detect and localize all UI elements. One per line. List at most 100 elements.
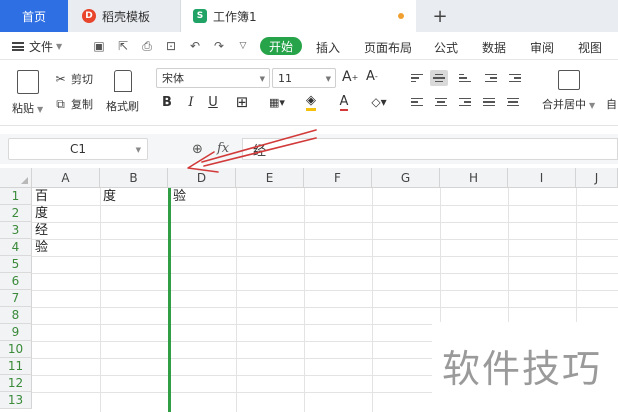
undo-icon[interactable]: ↶ (188, 39, 202, 53)
fill-color-icon[interactable]: ◈ (298, 93, 324, 111)
decrease-font-icon[interactable]: A- (366, 69, 378, 84)
align-top-icon[interactable] (408, 70, 426, 86)
row-header[interactable]: 9 (0, 324, 32, 341)
formula-bar: C1 ▼ ⊕ fx 经 (0, 134, 618, 164)
menu-data[interactable]: 数据 (482, 39, 506, 56)
cell-b1[interactable]: 度 (100, 188, 116, 205)
docer-icon: D (82, 9, 96, 23)
cell-a4[interactable]: 验 (32, 239, 48, 256)
column-header-g[interactable]: G (372, 168, 440, 188)
column-header-a[interactable]: A (32, 168, 100, 188)
align-left-icon[interactable] (408, 94, 426, 110)
distributed-icon[interactable] (504, 94, 522, 110)
cell-a2[interactable]: 度 (32, 205, 48, 222)
justify-icon[interactable] (480, 94, 498, 110)
menu-start[interactable]: 开始 (260, 37, 302, 55)
column-header-i[interactable]: I (508, 168, 576, 188)
brush-icon (113, 70, 132, 92)
formula-value: 经 (253, 143, 267, 159)
align-center-icon[interactable] (432, 94, 450, 110)
gridline (32, 239, 618, 240)
align-bottom-icon[interactable] (456, 70, 474, 86)
merge-center-label: 合并居中 ▼ (542, 98, 596, 111)
tab-docer-label: 稻壳模板 (102, 9, 151, 24)
paste-button[interactable]: 粘贴 ▼ (12, 70, 43, 116)
row-header[interactable]: 8 (0, 307, 32, 324)
cell-a3[interactable]: 经 (32, 222, 48, 239)
auto-wrap-button-partial[interactable]: 自 (606, 96, 617, 112)
row-header[interactable]: 12 (0, 375, 32, 392)
print-preview-icon[interactable]: ⊡ (164, 39, 178, 53)
select-all-corner[interactable] (0, 168, 32, 188)
new-tab-icon[interactable]: + (428, 4, 452, 28)
menu-page-layout[interactable]: 页面布局 (364, 39, 412, 56)
increase-font-icon[interactable]: A + (342, 69, 358, 85)
column-header-d[interactable]: D (168, 168, 236, 188)
row-header[interactable]: 10 (0, 341, 32, 358)
menu-view[interactable]: 视图 (578, 39, 602, 56)
menu-insert[interactable]: 插入 (316, 39, 340, 56)
indent-decrease-icon[interactable] (482, 70, 500, 86)
file-menu[interactable]: 文件 ▼ (12, 38, 62, 55)
gridline (32, 290, 618, 291)
cell-d1[interactable]: 验 (170, 188, 186, 205)
merge-center-button[interactable]: 合并居中 ▼ (542, 70, 595, 112)
row-header[interactable]: 2 (0, 205, 32, 222)
font-color-icon[interactable]: A (332, 94, 356, 111)
font-size-select[interactable]: 11 ▼ (272, 68, 336, 88)
redo-icon[interactable]: ↷ (212, 39, 226, 53)
name-box[interactable]: C1 ▼ (8, 138, 148, 160)
menu-bar: 文件 ▼ ▣ ⇱ ⎙ ⊡ ↶ ↷ ▽ 开始 插入 页面布局 公式 数据 审阅 视… (0, 32, 618, 60)
gridline (32, 307, 618, 308)
font-name-select[interactable]: 宋体 ▼ (156, 68, 270, 88)
menu-formula[interactable]: 公式 (434, 39, 458, 56)
border-icon[interactable]: ⊞ (230, 93, 254, 111)
row-header[interactable]: 1 (0, 188, 32, 205)
font-name-value: 宋体 (162, 72, 184, 85)
tab-home-label: 首页 (21, 9, 46, 24)
row-header[interactable]: 5 (0, 256, 32, 273)
gridline (32, 205, 618, 206)
column-header-h[interactable]: H (440, 168, 508, 188)
indent-increase-icon[interactable] (506, 70, 524, 86)
row-header[interactable]: 3 (0, 222, 32, 239)
copy-button[interactable]: ⧉ 复制 (54, 96, 93, 112)
chevron-down-icon[interactable]: ▽ (236, 39, 250, 53)
tab-workbook-label: 工作簿1 (213, 9, 257, 24)
cell-a1[interactable]: 百 (32, 188, 48, 205)
format-painter-button[interactable]: 格式刷 (106, 70, 139, 114)
row-header[interactable]: 4 (0, 239, 32, 256)
font-size-value: 11 (278, 71, 292, 85)
save-icon[interactable]: ▣ (92, 39, 106, 53)
eraser-icon[interactable]: ◇▾ (366, 94, 392, 110)
zoom-formula-icon[interactable]: ⊕ (192, 142, 203, 157)
tab-workbook[interactable]: S 工作簿1 (180, 0, 416, 32)
cut-button[interactable]: ✂ 剪切 (54, 71, 93, 87)
column-header-b[interactable]: B (100, 168, 168, 188)
print-icon[interactable]: ⎙ (140, 39, 154, 53)
menu-review[interactable]: 审阅 (530, 39, 554, 56)
row-header[interactable]: 13 (0, 392, 32, 409)
tab-home[interactable]: 首页 (0, 0, 68, 32)
chevron-down-icon: ▼ (259, 75, 265, 83)
file-menu-label: 文件 (29, 40, 54, 54)
fill-style-icon[interactable]: ▦▾ (264, 94, 290, 110)
chevron-down-icon: ▼ (325, 75, 331, 83)
copy-label: 复制 (71, 98, 93, 111)
formula-input[interactable]: 经 (242, 138, 618, 160)
column-header-j[interactable]: J (576, 168, 618, 188)
italic-button[interactable]: I (184, 94, 198, 110)
column-header-e[interactable]: E (236, 168, 304, 188)
merge-icon (557, 70, 580, 90)
export-icon[interactable]: ⇱ (116, 39, 130, 53)
align-right-icon[interactable] (456, 94, 474, 110)
bold-button[interactable]: B (160, 94, 174, 110)
align-middle-icon[interactable] (430, 70, 448, 86)
row-header[interactable]: 7 (0, 290, 32, 307)
fx-label[interactable]: fx (217, 141, 229, 156)
tab-docer[interactable]: D 稻壳模板 (70, 0, 178, 32)
underline-button[interactable]: U (206, 94, 220, 110)
row-header[interactable]: 11 (0, 358, 32, 375)
column-header-f[interactable]: F (304, 168, 372, 188)
row-header[interactable]: 6 (0, 273, 32, 290)
